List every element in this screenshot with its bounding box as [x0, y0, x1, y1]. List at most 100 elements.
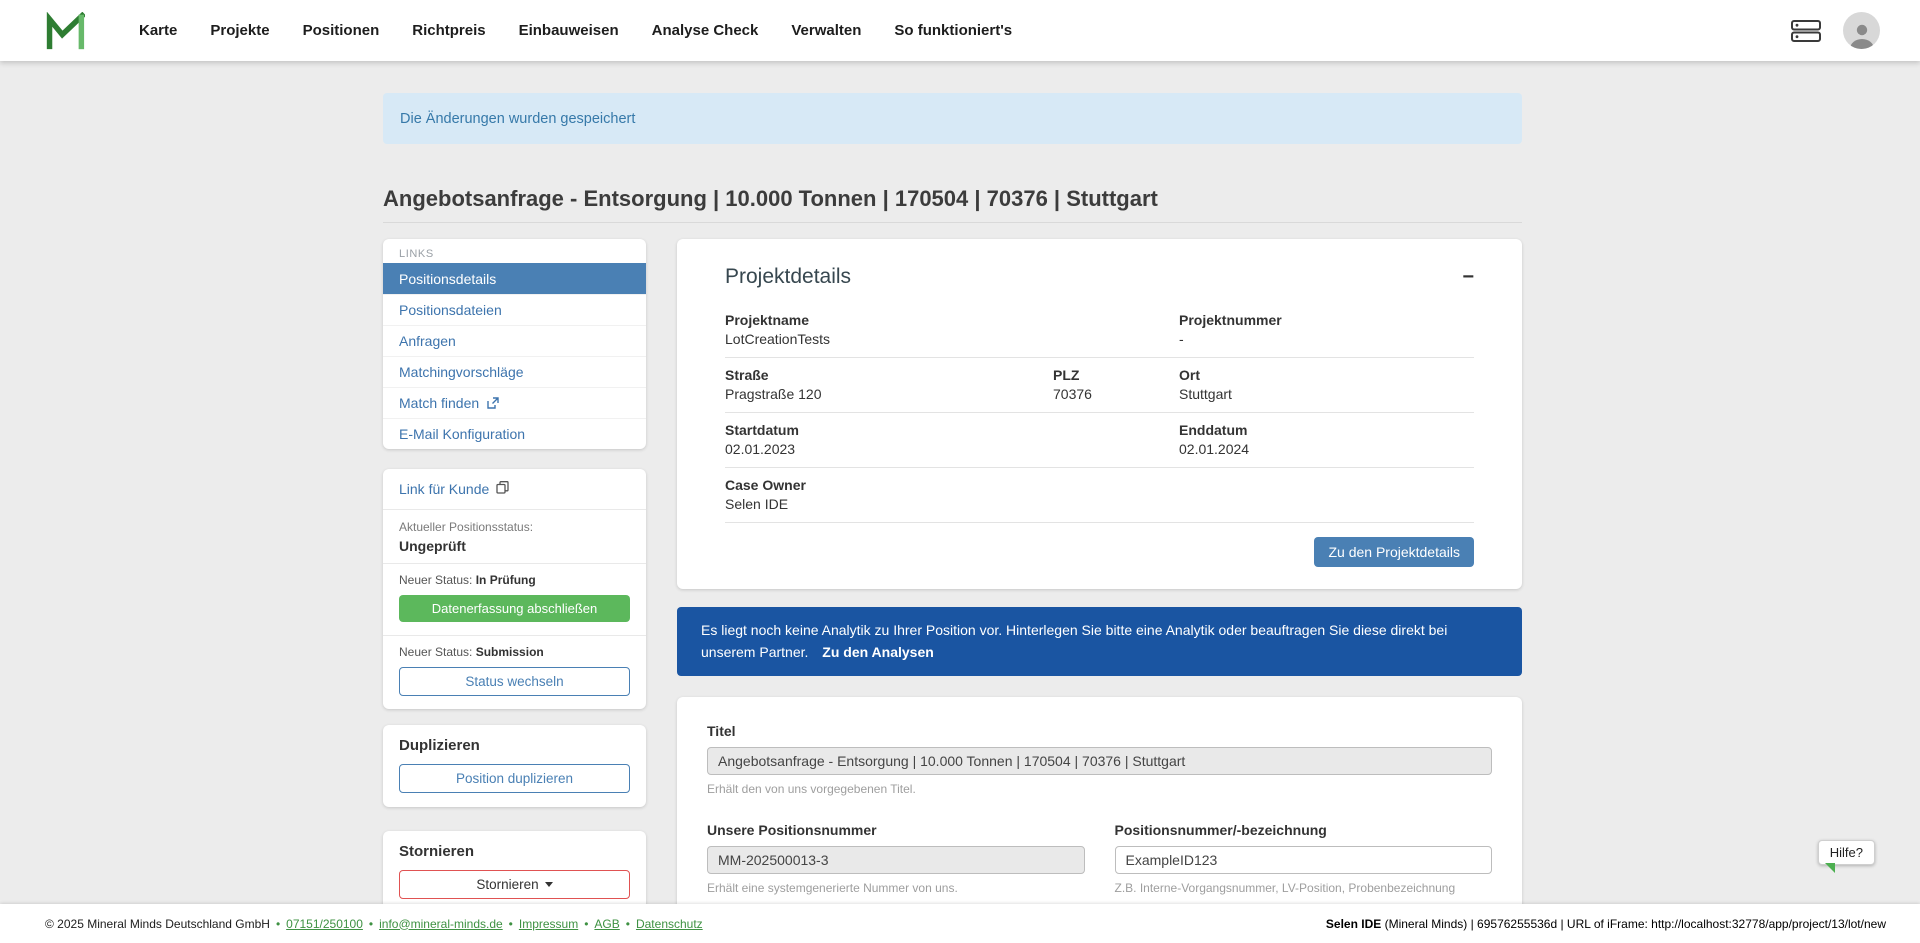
field-label: Projektname — [725, 312, 1179, 328]
sidebar-item-label: Match finden — [399, 395, 479, 411]
field-label: Startdatum — [725, 422, 1179, 438]
sidebar-item-label: Positionsdateien — [399, 302, 502, 318]
server-icon[interactable] — [1791, 19, 1821, 43]
sidebar-item-label: Positionsdetails — [399, 271, 496, 287]
our-number-input — [707, 846, 1085, 874]
new-status-label: Neuer Status: — [399, 645, 472, 659]
sidebar-item-match-finden[interactable]: Match finden — [383, 387, 646, 418]
footer-user: Selen IDE — [1326, 917, 1381, 931]
project-row: Projektname LotCreationTests Projektnumm… — [725, 303, 1474, 358]
status-card: Link für Kunde Aktueller Positionsstatus… — [383, 469, 646, 709]
new-status-row-2: Neuer Status: Submission — [383, 636, 646, 665]
project-details-title: Projektdetails — [725, 265, 851, 289]
field-value: LotCreationTests — [725, 331, 1179, 347]
footer-link-impressum[interactable]: Impressum — [503, 917, 579, 931]
sidebar-item-anfragen[interactable]: Anfragen — [383, 325, 646, 356]
duplicate-card-title: Duplizieren — [399, 737, 630, 754]
brand-logo[interactable] — [45, 12, 85, 50]
footer-meta: (Mineral Minds) | 69576255536d | URL of … — [1381, 917, 1886, 931]
nav-item-verwalten[interactable]: Verwalten — [791, 22, 861, 39]
go-to-analyses-link[interactable]: Zu den Analysen — [822, 644, 934, 660]
sidebar: LINKS Positionsdetails Positionsdateien … — [383, 239, 646, 904]
our-number-label: Unsere Positionsnummer — [707, 822, 1085, 838]
field-value: Stuttgart — [1179, 386, 1474, 402]
sidebar-item-label: Anfragen — [399, 333, 456, 349]
pos-number-help-text: Z.B. Interne-Vorgangsnummer, LV-Position… — [1115, 881, 1493, 895]
collapse-button[interactable]: − — [1462, 267, 1474, 287]
complete-data-entry-button[interactable]: Datenerfassung abschließen — [399, 595, 630, 622]
cancel-card-title: Stornieren — [399, 843, 630, 860]
field-value: - — [1179, 331, 1474, 347]
customer-link[interactable]: Link für Kunde — [383, 469, 646, 510]
project-row: Startdatum 02.01.2023 Enddatum 02.01.202… — [725, 413, 1474, 468]
footer-session-info: Selen IDE (Mineral Minds) | 69576255536d… — [1326, 917, 1886, 931]
chevron-down-icon — [545, 882, 553, 887]
sidebar-item-matchingvorschlaege[interactable]: Matchingvorschläge — [383, 356, 646, 387]
sidebar-item-email-konfiguration[interactable]: E-Mail Konfiguration — [383, 418, 646, 449]
cancel-card: Stornieren Stornieren — [383, 831, 646, 904]
switch-status-button[interactable]: Status wechseln — [399, 667, 630, 696]
field-label: PLZ — [1053, 367, 1179, 383]
new-status-value: Submission — [476, 645, 544, 659]
main-scroll-area[interactable]: Die Änderungen wurden gespeichert Angebo… — [0, 61, 1920, 904]
nav-item-positionen[interactable]: Positionen — [303, 22, 380, 39]
go-to-project-details-button[interactable]: Zu den Projektdetails — [1314, 537, 1474, 567]
help-button[interactable]: Hilfe? — [1818, 840, 1875, 865]
our-number-field: Unsere Positionsnummer Erhält eine syste… — [707, 822, 1085, 895]
pos-number-input[interactable] — [1115, 846, 1493, 874]
nav-item-analyse-check[interactable]: Analyse Check — [652, 22, 759, 39]
current-status-block: Aktueller Positionsstatus: Ungeprüft — [383, 510, 646, 564]
copy-icon — [496, 481, 509, 497]
footer-link-email[interactable]: info@mineral-minds.de — [363, 917, 503, 931]
nav-item-richtpreis[interactable]: Richtpreis — [412, 22, 485, 39]
field-value: 02.01.2023 — [725, 441, 1179, 457]
analytics-banner-text: Es liegt noch keine Analytik zu Ihrer Po… — [701, 622, 1447, 660]
saved-alert-text: Die Änderungen wurden gespeichert — [400, 111, 635, 127]
new-status-value: In Prüfung — [476, 573, 536, 587]
main-nav: Karte Projekte Positionen Richtpreis Ein… — [139, 22, 1012, 39]
cancel-button-label: Stornieren — [476, 877, 538, 892]
footer-link-phone[interactable]: 07151/250100 — [270, 917, 363, 931]
nav-item-projekte[interactable]: Projekte — [210, 22, 269, 39]
nav-item-einbauweisen[interactable]: Einbauweisen — [519, 22, 619, 39]
person-icon — [1848, 21, 1876, 49]
customer-link-label: Link für Kunde — [399, 481, 489, 497]
nav-item-so-funktionierts[interactable]: So funktioniert's — [894, 22, 1012, 39]
duplicate-position-button[interactable]: Position duplizieren — [399, 764, 630, 793]
footer-link-datenschutz[interactable]: Datenschutz — [620, 917, 703, 931]
field-label: Projektnummer — [1179, 312, 1474, 328]
sidebar-item-label: E-Mail Konfiguration — [399, 426, 525, 442]
new-status-row-1: Neuer Status: In Prüfung — [383, 564, 646, 593]
field-label: Case Owner — [725, 477, 1474, 493]
sidebar-item-positionsdetails[interactable]: Positionsdetails — [383, 263, 646, 294]
current-status-label: Aktueller Positionsstatus: — [399, 520, 630, 534]
sidebar-item-positionsdateien[interactable]: Positionsdateien — [383, 294, 646, 325]
position-form-card: Titel Erhält den von uns vorgegebenen Ti… — [677, 697, 1522, 904]
field-label: Straße — [725, 367, 1053, 383]
pos-number-label: Positionsnummer/-bezeichnung — [1115, 822, 1493, 838]
external-link-icon — [487, 397, 499, 409]
project-row: Case Owner Selen IDE — [725, 468, 1474, 523]
links-card: LINKS Positionsdetails Positionsdateien … — [383, 239, 646, 449]
project-details-card: Projektdetails − Projektname LotCreation… — [677, 239, 1522, 589]
project-row: Straße Pragstraße 120 PLZ 70376 Ort Stut… — [725, 358, 1474, 413]
title-field-label: Titel — [707, 723, 1492, 739]
footer: © 2025 Mineral Minds Deutschland GmbH 07… — [0, 904, 1920, 943]
top-navbar: Karte Projekte Positionen Richtpreis Ein… — [0, 0, 1920, 61]
title-help-text: Erhält den von uns vorgegebenen Titel. — [707, 782, 1492, 796]
user-avatar[interactable] — [1843, 12, 1880, 49]
current-status-value: Ungeprüft — [399, 538, 630, 554]
field-label: Enddatum — [1179, 422, 1474, 438]
field-value: 70376 — [1053, 386, 1179, 402]
duplicate-card: Duplizieren Position duplizieren — [383, 725, 646, 807]
page-title: Angebotsanfrage - Entsorgung | 10.000 To… — [383, 186, 1522, 223]
nav-item-karte[interactable]: Karte — [139, 22, 177, 39]
analytics-banner: Es liegt noch keine Analytik zu Ihrer Po… — [677, 607, 1522, 676]
cancel-dropdown-button[interactable]: Stornieren — [399, 870, 630, 899]
pos-number-field: Positionsnummer/-bezeichnung Z.B. Intern… — [1115, 822, 1493, 895]
sidebar-item-label: Matchingvorschläge — [399, 364, 524, 380]
footer-left: © 2025 Mineral Minds Deutschland GmbH 07… — [45, 917, 703, 931]
footer-link-agb[interactable]: AGB — [578, 917, 620, 931]
mineral-minds-logo-icon — [45, 12, 85, 50]
field-label: Ort — [1179, 367, 1474, 383]
